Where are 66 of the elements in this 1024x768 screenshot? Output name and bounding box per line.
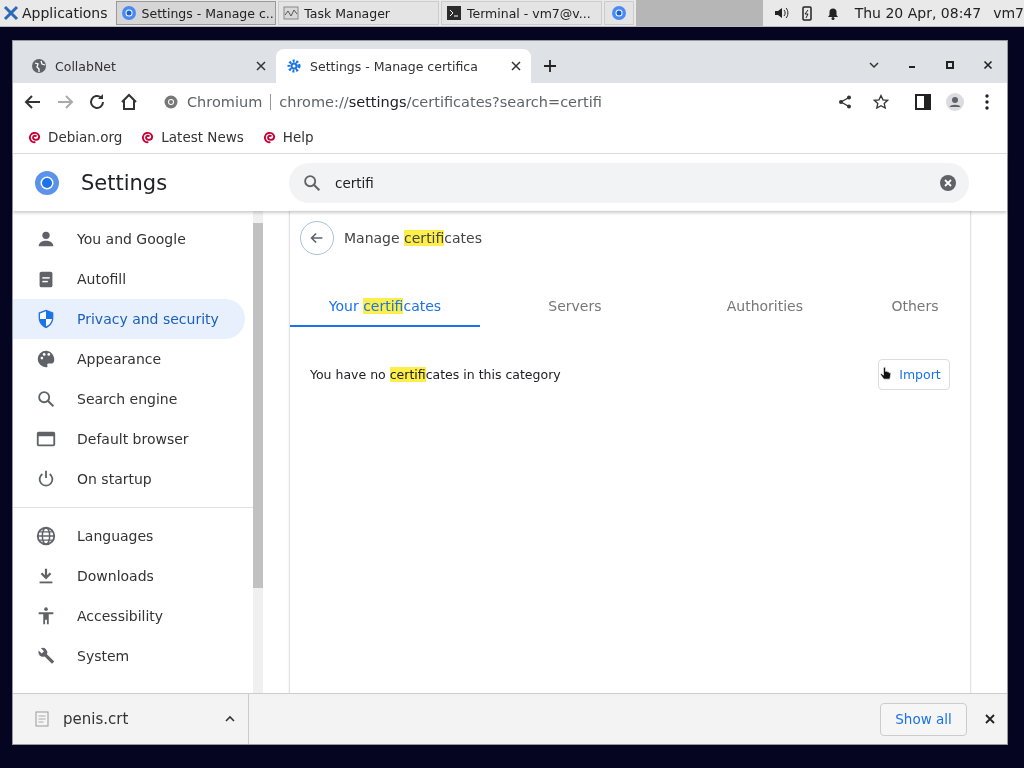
palette-icon — [35, 348, 57, 370]
close-icon[interactable] — [984, 713, 996, 725]
sidebar-item[interactable]: Autofill — [13, 259, 245, 299]
chevron-down-icon[interactable] — [868, 59, 880, 71]
sidebar-item[interactable]: Accessibility — [13, 596, 245, 636]
terminal-icon — [446, 5, 462, 21]
sidebar-item[interactable]: Appearance — [13, 339, 245, 379]
browser-tab[interactable]: Settings - Manage certifica — [276, 49, 531, 83]
chromium-icon — [120, 5, 137, 21]
close-icon[interactable] — [256, 61, 266, 71]
clock[interactable]: Thu 20 Apr, 08:47 — [854, 5, 982, 21]
sidebar-item[interactable]: Languages — [13, 516, 245, 556]
user-name[interactable]: vm7 — [993, 5, 1024, 21]
clear-icon[interactable] — [939, 173, 957, 192]
sidebar-item[interactable]: Search engine — [13, 379, 245, 419]
document-icon — [35, 711, 49, 727]
taskbar-window-button[interactable] — [603, 1, 635, 25]
maximize-icon[interactable] — [944, 59, 956, 71]
x-logo-icon — [3, 5, 19, 21]
sidebar-item[interactable]: Default browser — [13, 419, 245, 459]
certificate-tab[interactable]: Authorities — [669, 287, 860, 327]
browser-tab[interactable]: CollabNet — [21, 49, 276, 83]
certificate-tab[interactable]: Servers — [479, 287, 670, 327]
sidebar-item[interactable]: On startup — [13, 459, 245, 499]
search-icon — [35, 388, 57, 410]
sidebar-item[interactable]: System — [13, 636, 245, 676]
settings-title: Settings — [81, 170, 168, 195]
close-icon[interactable] — [511, 61, 521, 71]
search-input[interactable]: certifi — [333, 173, 929, 192]
taskbar-window-button[interactable]: Settings - Manage c... — [115, 1, 277, 25]
certificate-tab[interactable]: Your certificates — [290, 287, 480, 327]
chromium-icon — [611, 5, 628, 21]
site-label: Chromium — [187, 94, 272, 110]
show-all-button[interactable]: Show all — [880, 702, 967, 736]
page-heading: Manage certificates — [344, 230, 482, 246]
share-icon[interactable] — [837, 94, 853, 110]
taskbar-window-button[interactable]: Terminal - vm7@v... — [441, 1, 602, 25]
bookmark-link[interactable]: Debian.org — [27, 129, 123, 145]
new-tab-icon[interactable] — [543, 59, 557, 73]
file-name: penis.crt — [63, 710, 129, 728]
bookmark-link[interactable]: Latest News — [140, 129, 244, 145]
certificate-tab[interactable]: Others — [859, 287, 970, 327]
download-item[interactable]: penis.crt — [13, 694, 249, 744]
close-icon[interactable] — [982, 59, 994, 71]
swirl-icon — [27, 129, 42, 145]
scrollbar[interactable] — [253, 211, 263, 693]
swirl-icon — [261, 129, 277, 145]
applications-menu[interactable]: Applications — [0, 0, 116, 26]
sidebar-item[interactable]: Downloads — [13, 556, 245, 596]
url-text: chrome://settings/certificates?search=certifi — [279, 94, 602, 110]
sidebar-item[interactable]: You and Google — [13, 219, 245, 259]
swirl-icon — [140, 129, 156, 145]
chromium-icon — [163, 94, 179, 110]
star-icon[interactable] — [873, 94, 889, 110]
search-field[interactable]: certifi — [289, 162, 969, 203]
hand-cursor-icon — [880, 366, 892, 382]
empty-message: You have no certificates in this category — [310, 367, 561, 382]
activity-chart-icon — [283, 5, 300, 21]
bookmark-link[interactable]: Help — [261, 129, 314, 145]
globe-icon — [35, 525, 57, 547]
gear-icon — [286, 58, 302, 74]
taskbar-window-button[interactable]: Task Manager — [278, 1, 439, 25]
chromium-logo-icon — [33, 168, 61, 197]
sidebar-item[interactable]: Privacy and security — [13, 299, 245, 339]
speaker-icon[interactable] — [772, 5, 789, 21]
globe-icon — [31, 58, 47, 74]
